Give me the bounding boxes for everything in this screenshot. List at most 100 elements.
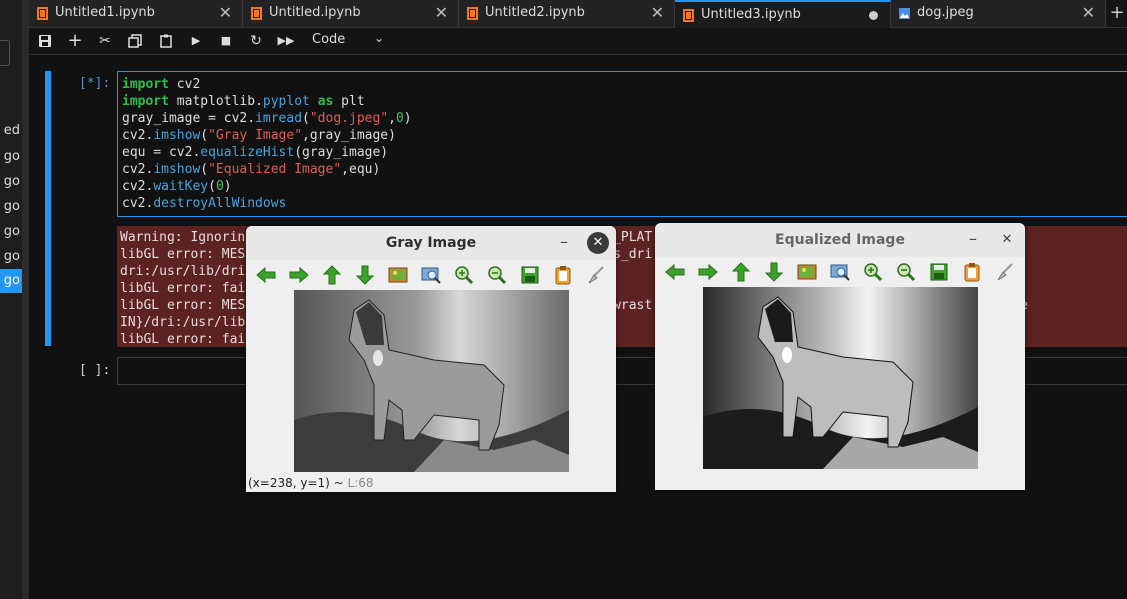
sidebar-item-selected[interactable]: go — [0, 269, 22, 293]
output-line: IN}/dri:/usr/lib — [120, 315, 246, 330]
cut-icon[interactable]: ✂ — [95, 32, 115, 50]
code-token: plt — [333, 94, 365, 109]
sidebar-item[interactable]: go — [0, 245, 22, 269]
sidebar-item-label: go — [3, 149, 20, 164]
equalized-image-window[interactable]: Equalized Image – ✕ — [655, 223, 1025, 490]
image-toolbar — [655, 257, 1025, 287]
fast-forward-icon[interactable]: ▶▶ — [276, 32, 296, 50]
code-token: import — [122, 94, 169, 109]
image-toolbar — [246, 260, 616, 290]
code-token: "Equalized Image" — [208, 162, 342, 177]
paste-icon[interactable] — [156, 32, 176, 50]
sidebar-item[interactable]: ed — [0, 119, 22, 143]
file-browser-sidebar: ed go go go go go go — [0, 0, 29, 599]
save-icon[interactable] — [35, 32, 55, 50]
sidebar-item[interactable]: go — [0, 195, 22, 219]
code-token: cv2. — [122, 162, 154, 177]
close-icon[interactable]: ✕ — [219, 3, 232, 22]
copy-image-icon[interactable] — [961, 262, 983, 282]
chevron-down-icon[interactable]: ⌄ — [374, 31, 384, 45]
tab-label: Untitled3.ipynb — [701, 7, 801, 22]
add-tab-button[interactable]: + — [1107, 0, 1127, 27]
sidebar-item[interactable]: go — [0, 145, 22, 169]
minimize-icon[interactable]: – — [553, 232, 575, 254]
zoom-original-icon[interactable] — [829, 262, 851, 282]
run-icon[interactable]: ▶ — [186, 32, 206, 50]
zoom-original-icon[interactable] — [420, 265, 442, 285]
notebook-icon — [37, 7, 48, 20]
status-coords: (x=238, y=1) ~ — [248, 476, 348, 490]
pan-left-icon[interactable] — [255, 265, 277, 285]
code-token: equ = cv2. — [122, 145, 201, 160]
gray-image-window[interactable]: Gray Image – ✕ (x=238, y=1) ~ L:68 — [246, 226, 616, 492]
zoom-in-icon[interactable] — [453, 265, 475, 285]
code-token: ( — [302, 111, 310, 126]
cell-collapser[interactable] — [45, 71, 51, 346]
empty-cell-prompt: [ ]: — [79, 363, 111, 378]
copy-image-icon[interactable] — [552, 265, 574, 285]
sidebar-item[interactable]: go — [0, 170, 22, 194]
code-token: ( — [200, 162, 209, 177]
code-token: cv2. — [122, 128, 154, 143]
pan-down-icon[interactable] — [763, 262, 785, 282]
tab-label: Untitled1.ipynb — [55, 5, 155, 20]
stop-icon[interactable]: ■ — [216, 32, 236, 50]
copy-icon[interactable] — [125, 32, 145, 50]
code-token: pyplot — [262, 94, 310, 109]
zoom-in-icon[interactable] — [862, 262, 884, 282]
pan-up-icon[interactable] — [321, 265, 343, 285]
code-token: import — [122, 77, 169, 92]
minimize-icon[interactable]: – — [962, 229, 984, 251]
code-token: imshow — [153, 128, 201, 143]
sidebar-resize-rail[interactable] — [22, 0, 29, 599]
tab-untitled1[interactable]: Untitled1.ipynb ✕ — [29, 0, 243, 27]
close-icon[interactable]: ✕ — [996, 229, 1018, 251]
tab-untitled3[interactable]: Untitled3.ipynb — [675, 0, 891, 28]
zoom-out-icon[interactable] — [895, 262, 917, 282]
properties-icon[interactable] — [585, 265, 607, 285]
code-token: 0 — [395, 111, 404, 126]
code-token: as — [317, 94, 334, 109]
restart-icon[interactable]: ↻ — [246, 32, 266, 50]
properties-icon[interactable] — [994, 262, 1016, 282]
close-icon[interactable]: ✕ — [1082, 3, 1095, 22]
pan-right-icon[interactable] — [697, 262, 719, 282]
cell-type-dropdown[interactable]: Code — [312, 32, 345, 47]
tab-untitled[interactable]: Untitled.ipynb ✕ — [243, 0, 459, 27]
save-image-icon[interactable] — [519, 265, 541, 285]
tab-untitled2[interactable]: Untitled2.ipynb ✕ — [459, 0, 675, 27]
pan-down-icon[interactable] — [354, 265, 376, 285]
zoom-out-icon[interactable] — [486, 265, 508, 285]
code-line: import matplotlib.pyplot as plt — [122, 94, 365, 109]
code-token: (gray_image) — [294, 145, 389, 160]
zoom-fit-icon[interactable] — [796, 262, 818, 282]
pan-up-icon[interactable] — [730, 262, 752, 282]
code-token: ( — [200, 128, 209, 143]
close-icon[interactable]: ✕ — [587, 232, 609, 254]
save-image-icon[interactable] — [928, 262, 950, 282]
close-icon[interactable]: ✕ — [435, 3, 448, 22]
zoom-fit-icon[interactable] — [387, 265, 409, 285]
code-token: cv2. — [122, 179, 154, 194]
tab-label: dog.jpeg — [917, 5, 974, 20]
pan-right-icon[interactable] — [288, 265, 310, 285]
equalized-image-canvas[interactable] — [703, 287, 978, 469]
add-cell-icon[interactable]: + — [65, 32, 85, 50]
code-line: import cv2 — [122, 77, 200, 92]
window-titlebar[interactable]: Gray Image – ✕ — [246, 226, 616, 261]
sidebar-item[interactable]: go — [0, 220, 22, 244]
window-titlebar[interactable]: Equalized Image – ✕ — [655, 223, 1025, 258]
code-line: cv2.imshow("Gray Image",gray_image) — [122, 128, 396, 143]
sidebar-search-box[interactable] — [0, 40, 10, 66]
sidebar-item-label: go — [3, 199, 20, 214]
output-line: dri:/usr/lib/dri — [120, 264, 246, 279]
pan-left-icon[interactable] — [664, 262, 686, 282]
output-line: libGL error: fai — [120, 332, 246, 347]
tab-dog-jpeg[interactable]: dog.jpeg ✕ — [891, 0, 1106, 27]
gray-image-canvas[interactable] — [294, 290, 569, 472]
status-value: L:68 — [347, 476, 374, 490]
close-icon[interactable]: ✕ — [651, 3, 664, 22]
code-editor[interactable]: import cv2 import matplotlib.pyplot as pl… — [117, 71, 1127, 217]
tab-bar: Untitled1.ipynb ✕ Untitled.ipynb ✕ Untit… — [29, 0, 1127, 28]
unsaved-dot-icon[interactable] — [869, 11, 878, 20]
